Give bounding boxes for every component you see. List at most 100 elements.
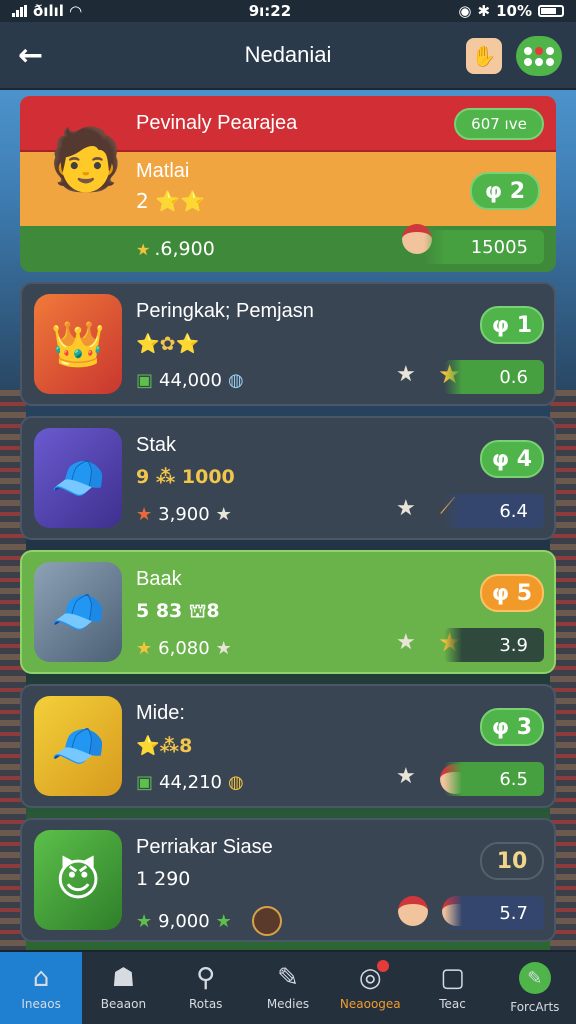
bar-value: 6.4 bbox=[499, 500, 528, 522]
star-icon: ★ bbox=[396, 630, 416, 655]
player-score: 44,000 bbox=[159, 370, 222, 391]
rank-pill[interactable]: φ 3 bbox=[480, 708, 544, 746]
star-icon: ★ bbox=[396, 362, 416, 387]
alarm-icon: ◉ bbox=[458, 2, 472, 20]
player-rating: ⭐✿⭐ bbox=[136, 333, 200, 355]
player-name: Perriakar Siase bbox=[136, 836, 273, 858]
bar-value: 6.5 bbox=[499, 768, 528, 790]
rank-pill[interactable]: φ 4 bbox=[480, 440, 544, 478]
player-avatar: 😈 bbox=[34, 830, 122, 930]
player-card-highlighted[interactable]: 🧢 Baak 5 83 ⛫8 ★ 6,080 ★ φ 5 ★ ★ 3.9 bbox=[20, 550, 556, 674]
player-score-row: ▣ 44,210 ◍ bbox=[136, 772, 244, 793]
player-score-row: ▣ 44,000 ◍ bbox=[136, 370, 244, 391]
nav-forcarts[interactable]: ✎ ForcArts bbox=[494, 952, 576, 1024]
top-score: .6,900 bbox=[154, 238, 215, 260]
nav-label: Rotas bbox=[188, 997, 223, 1011]
player-card[interactable]: 😈 Perriakar Siase 1 290 ★ 9,000 ★ 10 5.7 bbox=[20, 818, 556, 942]
page-title: Nedaniai bbox=[244, 42, 332, 67]
shield-icon: ▣ bbox=[136, 772, 154, 793]
player-score-row: ★ 6,080 ★ bbox=[136, 638, 232, 659]
battery-icon bbox=[537, 5, 564, 17]
star-icon: ★ bbox=[396, 496, 416, 521]
score-bar: 0.6 bbox=[444, 360, 544, 394]
star-icon: ★ bbox=[215, 910, 232, 932]
hand-icon[interactable]: ✋ bbox=[466, 38, 502, 74]
player-card[interactable]: 👑 Peringkak; Pemjasn ⭐✿⭐ ▣ 44,000 ◍ φ 1 … bbox=[20, 282, 556, 406]
top-rank-pill[interactable]: φ 2 bbox=[470, 172, 540, 210]
player-rating: 5 83 ⛫8 bbox=[136, 600, 220, 622]
status-bar: ðılıl ◠ 9ı:22 ◉ ✱ 10% bbox=[0, 0, 576, 22]
score-bar: 5.7 bbox=[444, 896, 544, 930]
player-avatar: 🧢 bbox=[34, 696, 122, 796]
nav-beaaon[interactable]: ☗ Beaaon bbox=[82, 952, 164, 1024]
coin-stack-icon: ◍ bbox=[228, 370, 244, 391]
score-bar: 3.9 bbox=[444, 628, 544, 662]
player-name: Stak bbox=[136, 434, 177, 456]
star-icon: ★ bbox=[136, 638, 153, 659]
star-icon: ★ bbox=[136, 504, 153, 525]
app-header: ← Nedaniai ✋ bbox=[0, 22, 576, 90]
player-score-row: ★ 9,000 ★ bbox=[136, 906, 282, 936]
menu-dots-button[interactable] bbox=[516, 36, 562, 76]
nav-label: ForcArts bbox=[510, 1000, 560, 1014]
nav-teac[interactable]: ▢ Teac bbox=[411, 952, 493, 1024]
player-card[interactable]: 🧢 Mide: ⭐⁂8 ▣ 44,210 ◍ φ 3 ★ 6.5 bbox=[20, 684, 556, 808]
rank-pill[interactable]: φ 1 bbox=[480, 306, 544, 344]
score-bar: 6.4 bbox=[444, 494, 544, 528]
shield-icon: ▣ bbox=[136, 370, 154, 391]
cap-icon: ☗ bbox=[111, 963, 136, 993]
player-avatar: 🧢 bbox=[34, 562, 122, 662]
star-icon: ★ bbox=[136, 910, 153, 932]
nav-home[interactable]: ⌂ Ineaos bbox=[0, 952, 83, 1024]
star-icon: ★ bbox=[136, 239, 151, 259]
player-face-icon bbox=[398, 896, 428, 926]
player-rating: ⭐⁂8 bbox=[136, 735, 193, 757]
bottom-nav: ⌂ Ineaos ☗ Beaaon ⚲ Rotas ✎ Medies ◎ Nea… bbox=[0, 950, 576, 1024]
rank-pill[interactable]: 10 bbox=[480, 842, 544, 880]
live-pill[interactable]: 607 ıve bbox=[454, 108, 544, 140]
signal-icon bbox=[12, 5, 27, 17]
player-mascot-icon: 🧑 bbox=[48, 125, 124, 195]
player-score: 6,080 bbox=[158, 638, 210, 659]
player-rating: 1 290 bbox=[136, 868, 191, 890]
star-icon: ★ bbox=[215, 638, 232, 659]
top-score-bar: 15005 bbox=[424, 230, 544, 264]
top-player-card[interactable]: Pevinaly Pearajea 607 ıve Matlai 2 ⭐⭐ φ … bbox=[20, 96, 556, 272]
player-name: Peringkak; Pemjasn bbox=[136, 300, 314, 322]
bluetooth-icon: ✱ bbox=[477, 2, 491, 20]
nav-neaoogea[interactable]: ◎ Neaoogea bbox=[329, 952, 411, 1024]
nav-rotas[interactable]: ⚲ Rotas bbox=[165, 952, 247, 1024]
player-name: Mide: bbox=[136, 702, 185, 724]
nav-medies[interactable]: ✎ Medies bbox=[247, 952, 329, 1024]
player-name: Baak bbox=[136, 568, 182, 590]
player-score: 3,900 bbox=[158, 504, 210, 525]
rank-pill[interactable]: φ 5 bbox=[480, 574, 544, 612]
star-icon: ★ bbox=[396, 764, 416, 789]
player-card[interactable]: 🧢 Stak 9 ⁂ 1000 ★ 3,900 ★ φ 4 ★ ⟋ 6.4 bbox=[20, 416, 556, 540]
player-avatar: 👑 bbox=[34, 294, 122, 394]
back-arrow-icon[interactable]: ← bbox=[18, 38, 43, 73]
bar-value: 0.6 bbox=[499, 366, 528, 388]
home-icon: ⌂ bbox=[32, 963, 50, 993]
player-score-row: ★ 3,900 ★ bbox=[136, 504, 232, 525]
clock: 9ı:22 bbox=[248, 2, 292, 20]
nav-label: Beaaon bbox=[100, 997, 147, 1011]
player-rating: 9 ⁂ 1000 bbox=[136, 466, 235, 488]
edit-icon: ✎ bbox=[277, 963, 299, 993]
bar-value: 5.7 bbox=[499, 902, 528, 924]
wifi-icon: ◠ bbox=[69, 2, 82, 20]
carrier-label: ðılıl bbox=[33, 2, 64, 20]
leaderboard-list: Pevinaly Pearajea 607 ıve Matlai 2 ⭐⭐ φ … bbox=[20, 96, 556, 952]
nav-label: Neaoogea bbox=[339, 997, 401, 1011]
top-bar-value: 15005 bbox=[470, 236, 528, 258]
player-avatar: 🧢 bbox=[34, 428, 122, 528]
nav-label: Teac bbox=[439, 997, 466, 1011]
coin-stack-icon: ◍ bbox=[228, 772, 244, 793]
nav-label: Medies bbox=[266, 997, 310, 1011]
microphone-icon: ✎ bbox=[518, 962, 551, 994]
search-icon: ⚲ bbox=[196, 963, 216, 993]
player-score: 44,210 bbox=[159, 772, 222, 793]
battery-label: 10% bbox=[496, 2, 532, 20]
player-score: 9,000 bbox=[158, 910, 210, 932]
score-bar: 6.5 bbox=[444, 762, 544, 796]
